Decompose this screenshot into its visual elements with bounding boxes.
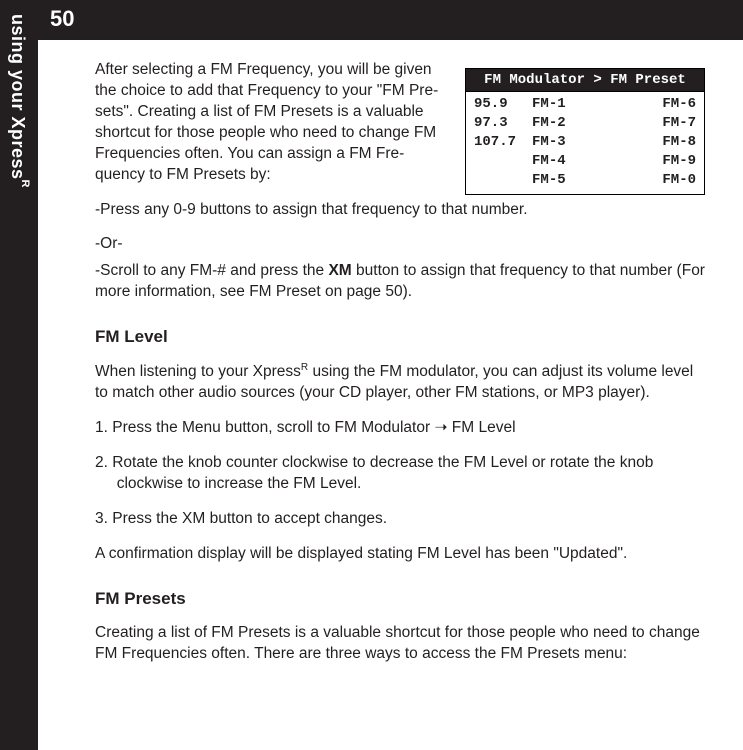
content-area: FM Modulator > FM Preset 95.9 97.3 107.7…	[95, 60, 705, 679]
fm-table-col-a: FM-1 FM-2 FM-3 FM-4 FM-5	[524, 92, 614, 194]
fm-level-step-3: 3. Press the XM button to accept changes…	[95, 509, 705, 530]
fm-preset-cell: FM-9	[622, 152, 696, 171]
text: 3. Press the	[95, 510, 182, 527]
sidebar-title-sup: R	[19, 180, 31, 188]
page-header-bar: 50	[38, 0, 743, 40]
xm-label: XM	[182, 510, 205, 527]
fm-level-heading: FM Level	[95, 327, 705, 347]
intro-paragraph-4: -Scroll to any FM-# and press the XM but…	[95, 261, 705, 303]
fm-preset-cell: FM-4	[532, 152, 606, 171]
intro-paragraph-2: -Press any 0-9 buttons to assign that fr…	[95, 200, 705, 221]
xm-label: XM	[328, 262, 351, 279]
fm-freq-cell: 95.9	[474, 95, 516, 114]
fm-preset-cell: FM-8	[622, 133, 696, 152]
fm-level-intro: When listening to your XpressR using the…	[95, 361, 705, 404]
text: button, scroll to	[221, 419, 335, 436]
page-root: using your XpressR 50 FM Modulator > FM …	[0, 0, 743, 750]
fm-preset-cell: FM-7	[622, 114, 696, 133]
fm-table-title: FM Modulator > FM Preset	[466, 69, 704, 92]
intro-block: FM Modulator > FM Preset 95.9 97.3 107.7…	[95, 60, 705, 261]
sidebar: using your XpressR	[0, 0, 38, 750]
fm-freq-cell: 107.7	[474, 133, 516, 152]
arrow-icon: ➝	[430, 419, 452, 436]
fm-level-step-2: 2. Rotate the knob counter clockwise to …	[95, 453, 705, 495]
sidebar-title-text: using your Xpress	[8, 14, 28, 180]
fm-modulator-label: FM Modulator	[335, 419, 431, 436]
page-number: 50	[50, 6, 74, 32]
sidebar-title: using your XpressR	[7, 14, 31, 188]
text: button to accept changes.	[205, 510, 387, 527]
fm-level-label: FM Level	[452, 419, 516, 436]
fm-preset-cell: FM-3	[532, 133, 606, 152]
fm-preset-cell: FM-1	[532, 95, 606, 114]
fm-preset-table: FM Modulator > FM Preset 95.9 97.3 107.7…	[465, 68, 705, 195]
fm-presets-paragraph: Creating a list of FM Presets is a valua…	[95, 623, 705, 665]
fm-preset-cell: FM-5	[532, 171, 606, 190]
fm-freq-cell: 97.3	[474, 114, 516, 133]
fm-preset-cell: FM-2	[532, 114, 606, 133]
fm-table-col-b: FM-6 FM-7 FM-8 FM-9 FM-0	[614, 92, 704, 194]
text: When listening to your Xpress	[95, 363, 301, 380]
fm-presets-heading: FM Presets	[95, 589, 705, 609]
text: -Scroll to any FM-# and press the	[95, 262, 328, 279]
fm-level-step-1: 1. Press the Menu button, scroll to FM M…	[95, 418, 705, 439]
intro-or: -Or-	[95, 234, 705, 255]
fm-level-confirm: A confirmation display will be displayed…	[95, 544, 705, 565]
fm-table-body: 95.9 97.3 107.7 FM-1 FM-2 FM-3 FM-4 FM-5	[466, 92, 704, 194]
text: 1. Press the	[95, 419, 182, 436]
fm-preset-cell: FM-0	[622, 171, 696, 190]
fm-table-col-freq: 95.9 97.3 107.7	[466, 92, 524, 194]
menu-label: Menu	[182, 419, 221, 436]
fm-preset-cell: FM-6	[622, 95, 696, 114]
